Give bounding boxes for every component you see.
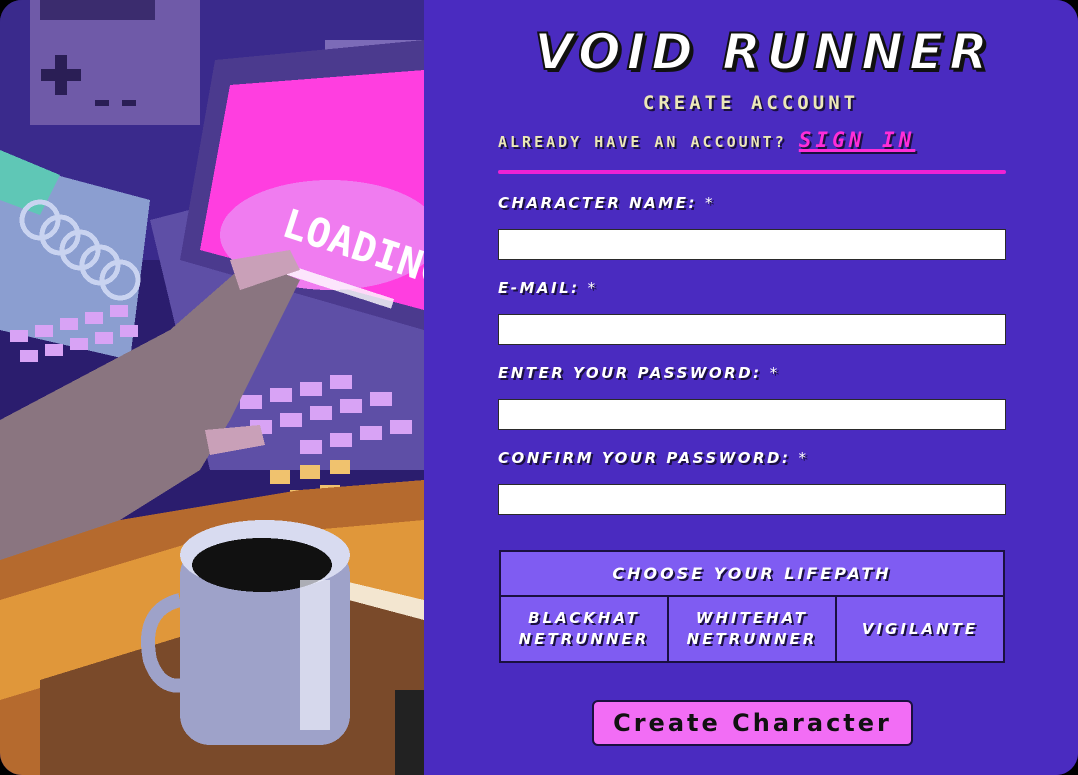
signin-prompt-text: ALREADY HAVE AN ACCOUNT? [498,133,787,151]
lifepath-option-vigilante[interactable]: VIGILANTE [835,597,1003,661]
lifepath-heading: CHOOSE YOUR LIFEPATH [501,552,1003,597]
password-label: ENTER YOUR PASSWORD: * [498,364,780,382]
character-name-label: CHARACTER NAME: * [498,194,715,212]
signup-panel: VOID RUNNER CREATE ACCOUNT ALREADY HAVE … [424,0,1078,775]
app-title: VOID RUNNER [533,23,994,81]
required-marker: * [769,364,780,382]
required-marker: * [798,449,809,467]
lifepath-selector: CHOOSE YOUR LIFEPATH BLACKHAT NETRUNNER … [499,550,1005,663]
sign-in-link[interactable]: SIGN IN [799,128,916,152]
character-name-input[interactable] [498,229,1006,260]
required-marker: * [704,194,715,212]
confirm-password-label: CONFIRM YOUR PASSWORD: * [498,449,809,467]
lifepath-option-whitehat[interactable]: WHITEHAT NETRUNNER [667,597,835,661]
lifepath-options: BLACKHAT NETRUNNER WHITEHAT NETRUNNER VI… [501,597,1003,661]
header-divider [498,170,1006,174]
confirm-password-input[interactable] [498,484,1006,515]
email-input[interactable] [498,314,1006,345]
email-label: E-MAIL: * [498,279,598,297]
signin-prompt-row: ALREADY HAVE AN ACCOUNT? SIGN IN [498,128,1018,152]
create-character-button[interactable]: Create Character [592,700,913,746]
pixel-art-illustration: LOADING [0,0,424,775]
desk-scene-art: LOADING [0,0,424,775]
required-marker: * [587,279,598,297]
password-input[interactable] [498,399,1006,430]
signup-window: LOADING VOID RUNNER CREATE ACCOUNT ALREA… [0,0,1078,775]
lifepath-option-blackhat[interactable]: BLACKHAT NETRUNNER [501,597,667,661]
page-subtitle: CREATE ACCOUNT [642,92,860,114]
gameboy-icon [30,0,200,125]
